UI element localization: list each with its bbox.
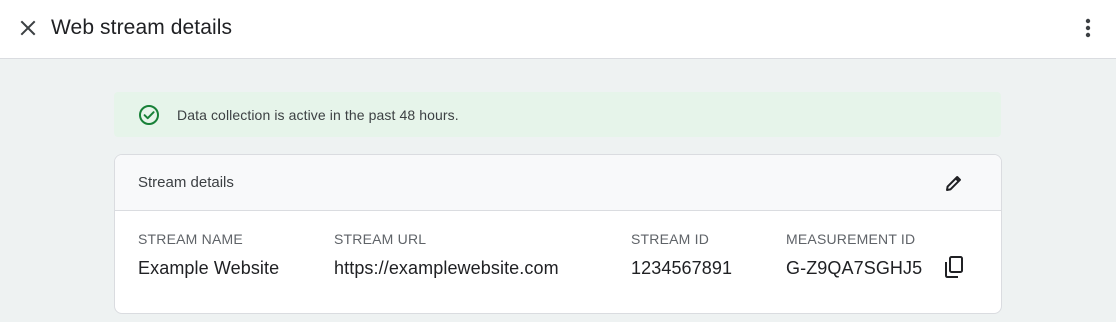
stream-url-value: https://examplewebsite.com: [334, 258, 559, 278]
check-circle-icon: [139, 105, 159, 125]
copy-icon: [945, 256, 963, 278]
stream-id-label: STREAM ID: [631, 231, 710, 247]
more-vert-icon: [1085, 18, 1091, 38]
measurement-id-label: MEASUREMENT ID: [786, 231, 916, 247]
stream-name-value: Example Website: [138, 258, 280, 278]
stream-details-header: Stream details: [115, 155, 1001, 211]
stream-name-field: STREAM NAME Example Website: [138, 231, 279, 279]
stream-url-field: STREAM URL https://examplewebsite.com: [334, 231, 559, 279]
stream-id-value: 1234567891: [631, 258, 733, 278]
close-icon: [20, 20, 36, 36]
copy-measurement-id-button[interactable]: [942, 254, 966, 280]
more-options-button[interactable]: [1076, 14, 1100, 42]
measurement-id-value: G-Z9QA7SGHJ5: [786, 258, 923, 278]
status-banner-text: Data collection is active in the past 48…: [177, 107, 459, 123]
measurement-id-field: MEASUREMENT ID G-Z9QA7SGHJ5: [786, 231, 922, 279]
edit-stream-button[interactable]: [941, 170, 967, 196]
top-bar: Web stream details: [0, 0, 1116, 59]
status-banner: Data collection is active in the past 48…: [114, 92, 1001, 137]
stream-id-field: STREAM ID 1234567891: [631, 231, 732, 279]
close-button[interactable]: [14, 14, 42, 42]
stream-name-label: STREAM NAME: [138, 231, 243, 247]
page-title: Web stream details: [51, 16, 233, 39]
stream-url-label: STREAM URL: [334, 231, 427, 247]
pencil-icon: [946, 176, 961, 191]
stream-details-card: Stream details STREAM NAME Example Websi…: [114, 154, 1002, 314]
stream-details-title: Stream details: [138, 174, 234, 191]
